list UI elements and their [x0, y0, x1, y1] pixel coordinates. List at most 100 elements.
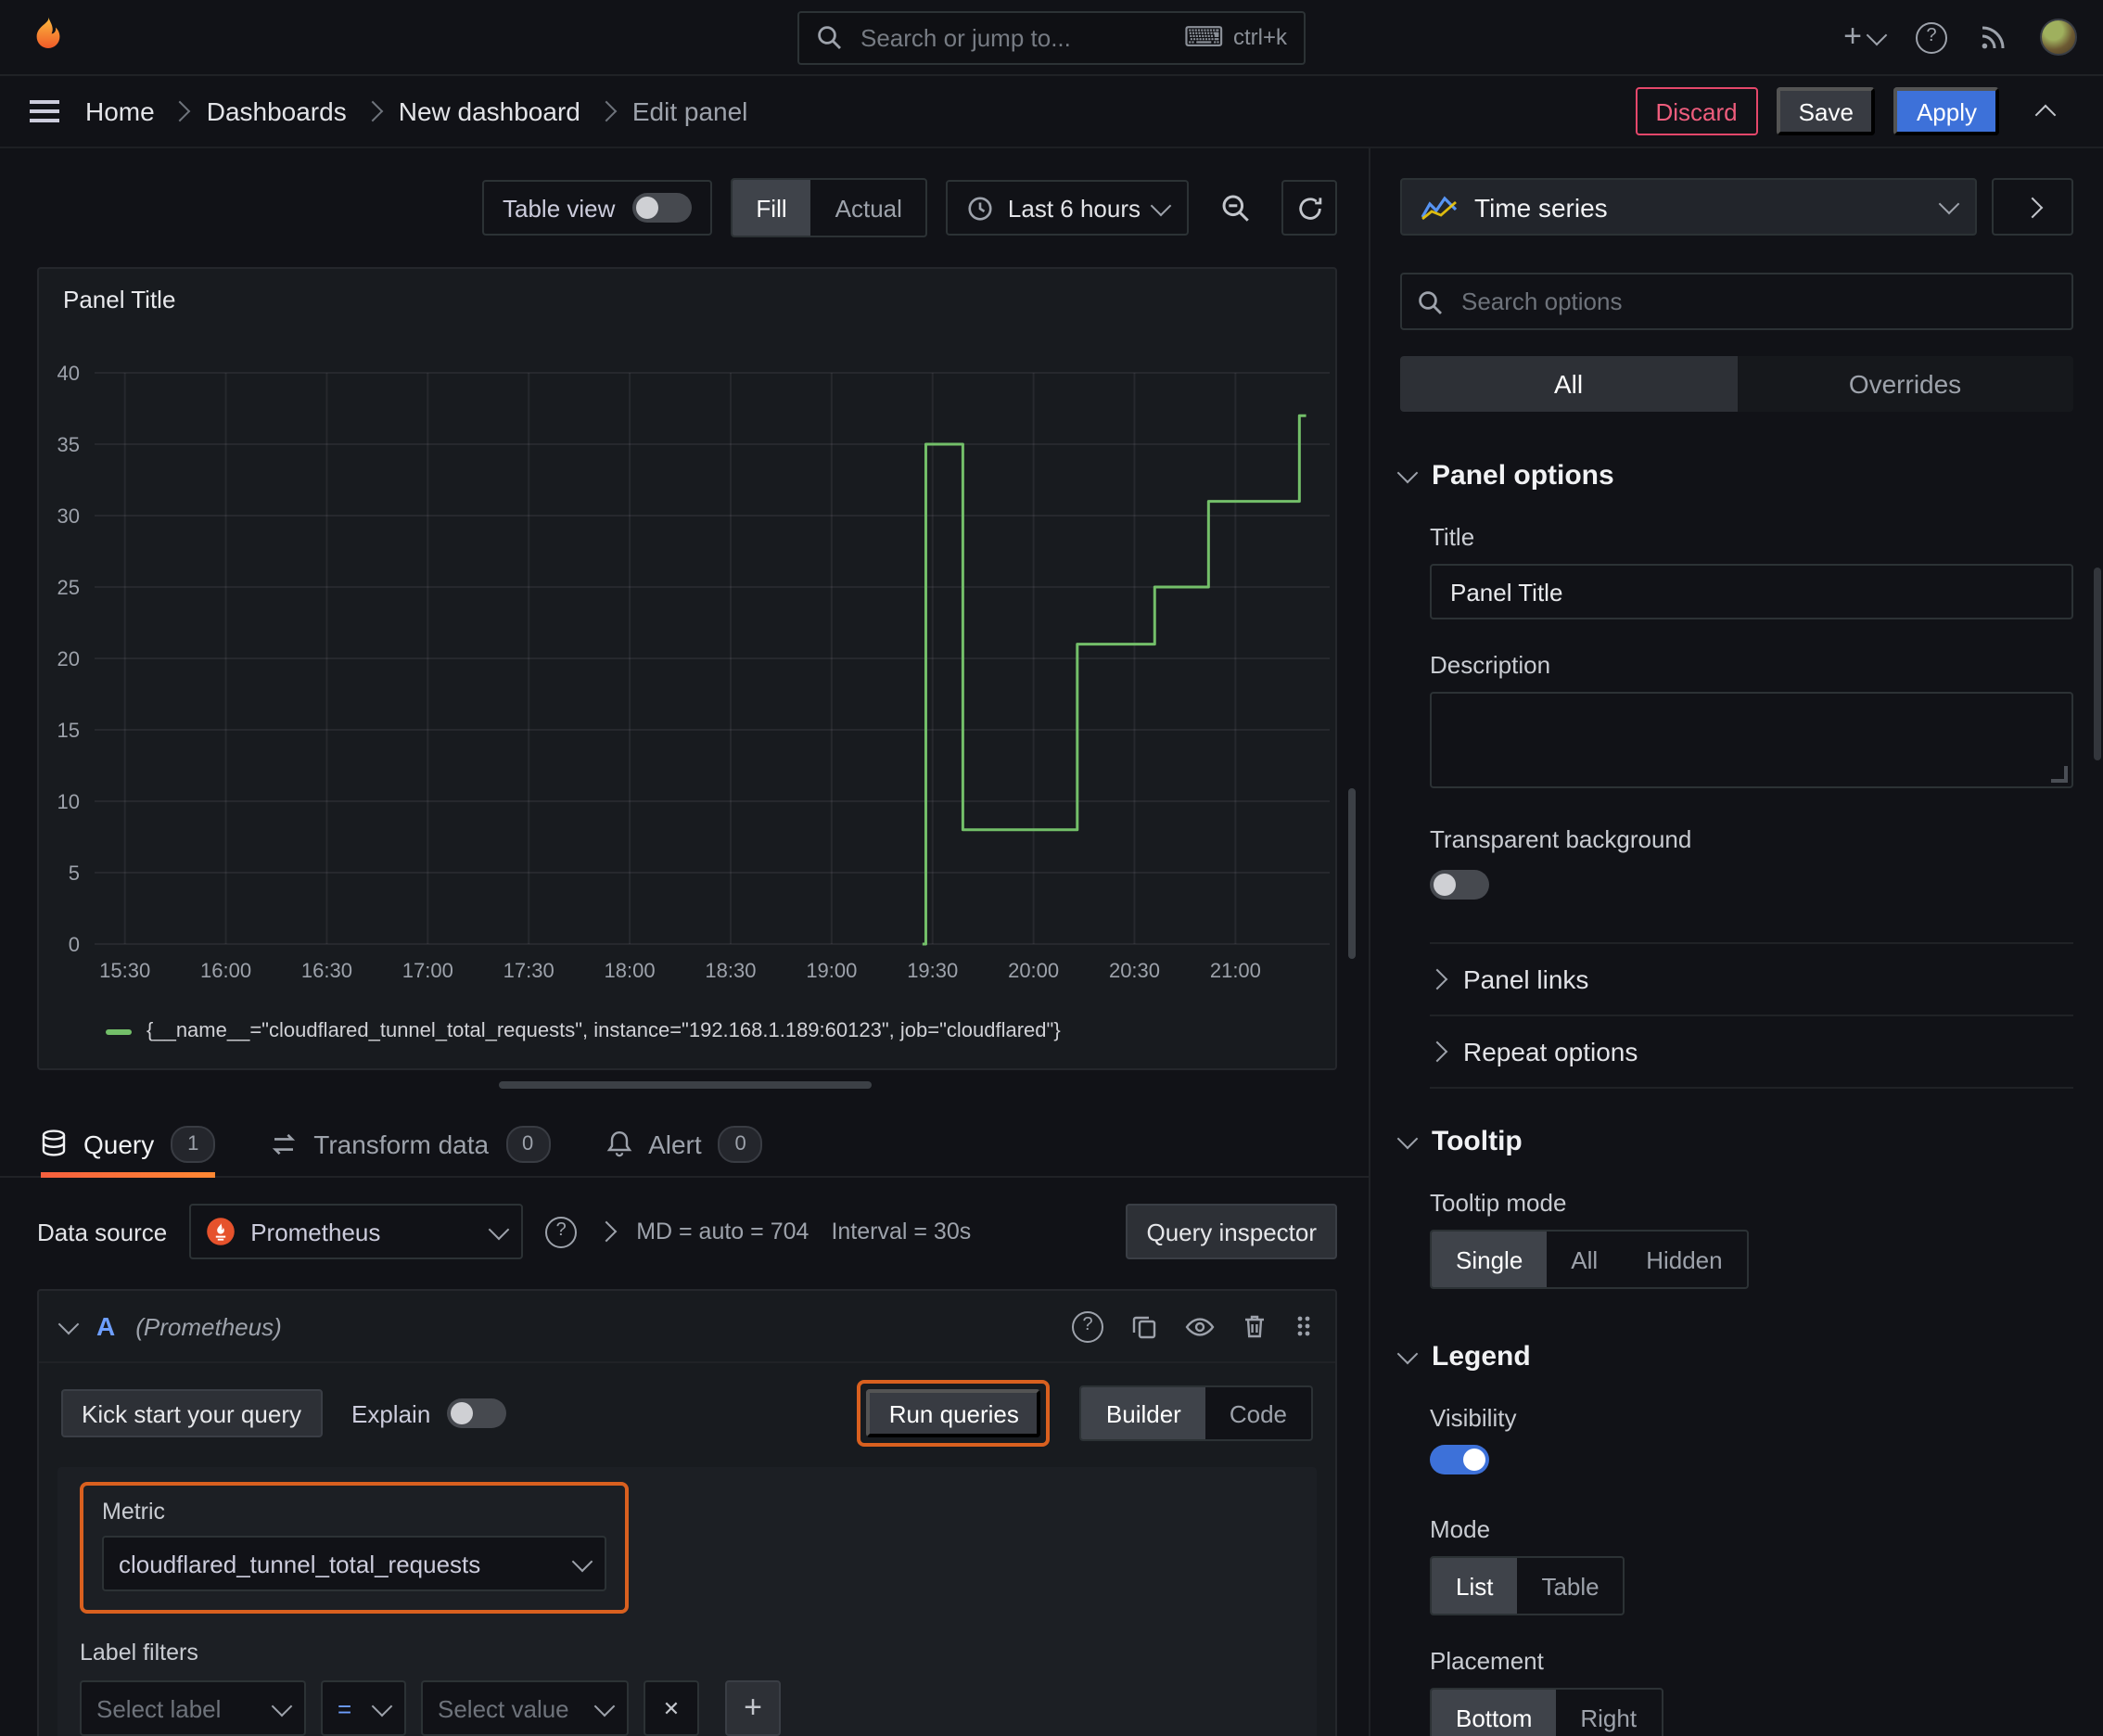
table-view-switch[interactable] [631, 193, 692, 223]
panel-links-section[interactable]: Panel links [1426, 942, 2073, 1015]
metric-select[interactable]: cloudflared_tunnel_total_requests [102, 1536, 606, 1591]
zoom-out-button[interactable] [1207, 180, 1263, 236]
query-help-icon[interactable] [1072, 1310, 1103, 1342]
tab-alert[interactable]: Alert 0 [605, 1111, 763, 1176]
apply-button[interactable]: Apply [1893, 87, 1999, 135]
vertical-scrollbar[interactable] [1348, 788, 1356, 959]
options-scrollbar[interactable] [2094, 568, 2101, 760]
grafana-logo[interactable] [26, 15, 70, 59]
options-tabbar: All Overrides [1400, 356, 2073, 412]
panel-title-input[interactable] [1447, 576, 2057, 607]
repeat-options-section[interactable]: Repeat options [1426, 1015, 2073, 1087]
builder-option[interactable]: Builder [1081, 1387, 1205, 1439]
run-queries-button[interactable]: Run queries [866, 1389, 1041, 1437]
placement-bottom-option[interactable]: Bottom [1432, 1690, 1557, 1736]
query-inspector-button[interactable]: Query inspector [1126, 1204, 1337, 1259]
operator-value: = [338, 1694, 352, 1722]
legend-list-option[interactable]: List [1432, 1558, 1518, 1614]
search-input[interactable] [857, 21, 1169, 53]
panel-toolbar: Table view Fill Actual Last 6 hours [0, 148, 1369, 267]
svg-text:5: 5 [69, 862, 80, 885]
news-icon[interactable] [1979, 22, 2008, 52]
operator-dropdown[interactable]: = [321, 1680, 406, 1736]
collapse-options-button[interactable] [2018, 83, 2073, 139]
svg-text:10: 10 [57, 790, 80, 813]
save-button[interactable]: Save [1776, 87, 1876, 135]
bell-icon [605, 1130, 631, 1157]
datasource-row: Data source Prometheus MD = auto = 704 I… [0, 1178, 1369, 1259]
drag-handle-icon[interactable] [1294, 1313, 1313, 1339]
legend-visibility-switch[interactable] [1430, 1445, 1489, 1474]
fill-option[interactable]: Fill [732, 180, 811, 236]
visualization-picker[interactable]: Time series [1400, 178, 1977, 236]
svg-text:0: 0 [69, 933, 80, 956]
panel-options-section[interactable]: Panel options [1396, 460, 2073, 491]
kick-start-button[interactable]: Kick start your query [61, 1389, 322, 1437]
breadcrumb-separator-icon [170, 100, 192, 122]
menu-icon[interactable] [30, 100, 59, 122]
tooltip-single-option[interactable]: Single [1432, 1232, 1548, 1287]
actual-option[interactable]: Actual [811, 180, 926, 236]
placement-label: Placement [1430, 1647, 1544, 1675]
builder-code-switcher: Builder Code [1079, 1385, 1313, 1441]
query-editor-card: A (Prometheus) ? Kick start your query E… [37, 1289, 1337, 1736]
query-row-header[interactable]: A (Prometheus) [39, 1291, 1335, 1363]
tooltip-hidden-option[interactable]: Hidden [1622, 1232, 1746, 1287]
global-search[interactable]: ctrl+k [797, 10, 1306, 64]
options-search-input[interactable] [1458, 286, 2057, 317]
tab-all[interactable]: All [1400, 356, 1737, 412]
options-search[interactable] [1400, 273, 2073, 330]
avatar[interactable] [2040, 19, 2077, 56]
breadcrumb-home[interactable]: Home [85, 96, 155, 126]
expand-icon[interactable] [595, 1220, 618, 1243]
toggle-viz-picker-button[interactable] [1992, 178, 2073, 236]
time-series-chart[interactable]: 0 5 10 15 20 25 30 35 40 15:30 16:00 16:30 17:00 17:3… [39, 269, 1335, 1068]
description-textarea[interactable] [1430, 692, 2073, 788]
breadcrumb-new-dashboard[interactable]: New dashboard [399, 96, 580, 126]
top-actions [1843, 19, 2077, 56]
code-option[interactable]: Code [1205, 1387, 1311, 1439]
table-view-toggle: Table view [482, 180, 712, 236]
tooltip-all-option[interactable]: All [1547, 1232, 1622, 1287]
placement-right-option[interactable]: Right [1556, 1690, 1661, 1736]
chevron-down-icon[interactable] [57, 1312, 80, 1334]
refresh-button[interactable] [1281, 180, 1337, 236]
legend-mode-label: Mode [1430, 1515, 1491, 1543]
svg-text:15: 15 [57, 719, 80, 742]
datasource-select[interactable]: Prometheus [189, 1204, 524, 1259]
add-filter-button[interactable] [725, 1680, 781, 1736]
panel-links-label: Panel links [1463, 964, 1589, 994]
fill-actual-switcher: Fill Actual [730, 178, 928, 237]
eye-icon[interactable] [1185, 1314, 1215, 1338]
select-label-dropdown[interactable]: Select label [80, 1680, 306, 1736]
transparent-background-switch[interactable] [1430, 870, 1489, 900]
datasource-label: Data source [37, 1218, 168, 1245]
timeseries-icon [1421, 194, 1458, 220]
help-icon[interactable] [1916, 21, 1947, 53]
tab-overrides[interactable]: Overrides [1737, 356, 2073, 412]
tab-transform[interactable]: Transform data 0 [271, 1111, 551, 1176]
query-options-row: Kick start your query Explain Run querie… [39, 1363, 1335, 1463]
select-value-dropdown[interactable]: Select value [421, 1680, 629, 1736]
plus-icon [744, 1691, 762, 1726]
tab-query[interactable]: Query 1 [41, 1111, 216, 1178]
tooltip-section[interactable]: Tooltip [1396, 1126, 2073, 1157]
table-view-label: Table view [503, 194, 616, 222]
time-range-picker[interactable]: Last 6 hours [946, 180, 1189, 236]
chart-legend[interactable]: {__name__="cloudflared_tunnel_total_requ… [106, 1020, 1061, 1042]
duplicate-icon[interactable] [1131, 1313, 1157, 1339]
legend-table-option[interactable]: Table [1517, 1558, 1623, 1614]
remove-filter-button[interactable] [644, 1680, 699, 1736]
horizontal-scrollbar[interactable] [499, 1081, 872, 1089]
title-label: Title [1430, 523, 1475, 551]
add-button[interactable] [1843, 19, 1888, 55]
legend-section[interactable]: Legend [1396, 1341, 2073, 1372]
panel-edit-left: Table view Fill Actual Last 6 hours Pane… [0, 148, 1369, 1736]
trash-icon[interactable] [1243, 1313, 1267, 1339]
select-label-placeholder: Select label [96, 1694, 222, 1722]
datasource-help-icon[interactable] [545, 1216, 578, 1247]
breadcrumb-dashboards[interactable]: Dashboards [207, 96, 347, 126]
svg-text:20:00: 20:00 [1008, 959, 1059, 982]
explain-switch[interactable] [447, 1398, 507, 1428]
discard-button[interactable]: Discard [1635, 87, 1758, 135]
